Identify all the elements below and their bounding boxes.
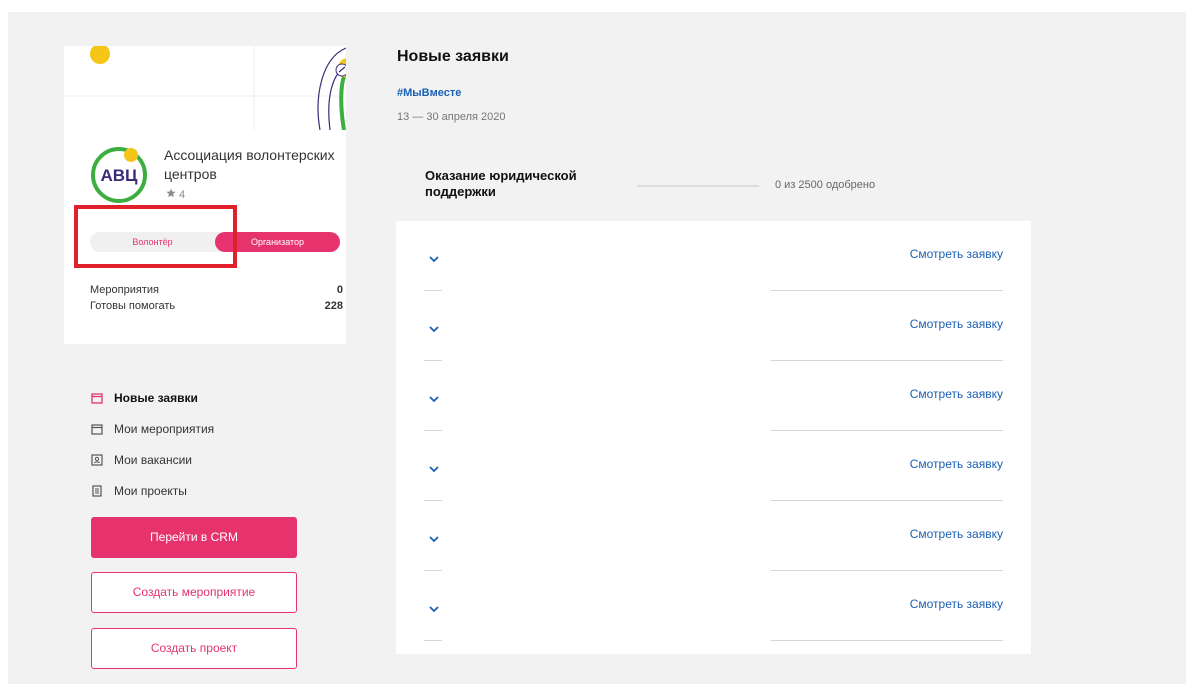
approval-progress-bar: [637, 185, 759, 187]
create-event-button[interactable]: Создать мероприятие: [91, 572, 297, 613]
stat-value: 228: [324, 300, 343, 312]
stat-row: Мероприятия 0: [90, 282, 343, 298]
organization-name: Ассоциация волонтерских центров: [164, 147, 335, 182]
chevron-down-icon[interactable]: [428, 460, 440, 473]
nav-item-my-vacancies[interactable]: Мои вакансии: [91, 444, 341, 475]
document-icon: [91, 484, 103, 497]
chevron-down-icon[interactable]: [428, 320, 440, 333]
panel-header: Оказание юридической поддержки 0 из 2500…: [396, 146, 1031, 221]
stat-label: Мероприятия: [90, 284, 159, 296]
requests-panel: Оказание юридической поддержки 0 из 2500…: [396, 146, 1031, 654]
stats-list: Мероприятия 0 Готовы помогать 228: [90, 282, 343, 314]
highlight-box: [74, 205, 237, 268]
create-project-button[interactable]: Создать проект: [91, 628, 297, 669]
nav-item-new-requests[interactable]: Новые заявки: [91, 382, 341, 413]
chevron-down-icon[interactable]: [428, 530, 440, 543]
nav-item-my-projects[interactable]: Мои проекты: [91, 475, 341, 506]
rating-value: 4: [179, 188, 186, 201]
list-item: Смотреть заявку: [424, 571, 1003, 641]
person-badge-icon: [91, 453, 103, 466]
organization-logo: АВЦ: [90, 146, 148, 204]
chevron-down-icon[interactable]: [428, 390, 440, 403]
request-list: Смотреть заявку Смотреть заявку Смотреть…: [424, 221, 1003, 641]
view-request-link[interactable]: Смотреть заявку: [910, 457, 1003, 471]
chevron-down-icon[interactable]: [428, 600, 440, 613]
list-item: Смотреть заявку: [424, 361, 1003, 431]
divider: [424, 640, 442, 641]
list-item: Смотреть заявку: [424, 291, 1003, 361]
approved-count: 0 из 2500 одобрено: [775, 179, 876, 191]
calendar-icon: [91, 423, 103, 435]
list-item: Смотреть заявку: [424, 221, 1003, 291]
profile-card: АВЦ Ассоциация волонтерских центров 4 Во…: [64, 46, 346, 344]
stat-label: Готовы помогать: [90, 300, 176, 312]
page-background: АВЦ Ассоциация волонтерских центров 4 Во…: [8, 12, 1186, 684]
view-request-link[interactable]: Смотреть заявку: [910, 317, 1003, 331]
chevron-down-icon[interactable]: [428, 250, 440, 263]
list-item: Смотреть заявку: [424, 501, 1003, 571]
nav-item-label: Мои вакансии: [114, 452, 192, 467]
logo-text: АВЦ: [101, 166, 139, 185]
side-nav: Новые заявки Мои мероприятия Мои ваканси…: [91, 382, 341, 506]
hashtag-link[interactable]: #МыВместе: [397, 87, 461, 99]
list-item: Смотреть заявку: [424, 431, 1003, 501]
nav-item-label: Мои мероприятия: [114, 421, 215, 436]
divider: [771, 640, 1003, 641]
rating: 4: [166, 188, 185, 201]
go-to-crm-button[interactable]: Перейти в CRM: [91, 517, 297, 558]
nav-item-label: Мои проекты: [114, 483, 187, 498]
view-request-link[interactable]: Смотреть заявку: [910, 597, 1003, 611]
cover-image: [64, 46, 346, 130]
page-title: Новые заявки: [397, 48, 509, 65]
stat-row: Готовы помогать 228: [90, 298, 343, 314]
calendar-icon: [91, 392, 103, 404]
star-icon: [166, 188, 176, 201]
panel-title: Оказание юридической поддержки: [425, 168, 577, 199]
view-request-link[interactable]: Смотреть заявку: [910, 527, 1003, 541]
stat-value: 0: [336, 284, 343, 296]
nav-item-label: Новые заявки: [114, 390, 198, 405]
nav-item-my-events[interactable]: Мои мероприятия: [91, 413, 341, 444]
view-request-link[interactable]: Смотреть заявку: [910, 387, 1003, 401]
date-range: 13 — 30 апреля 2020: [397, 111, 506, 123]
view-request-link[interactable]: Смотреть заявку: [910, 247, 1003, 261]
